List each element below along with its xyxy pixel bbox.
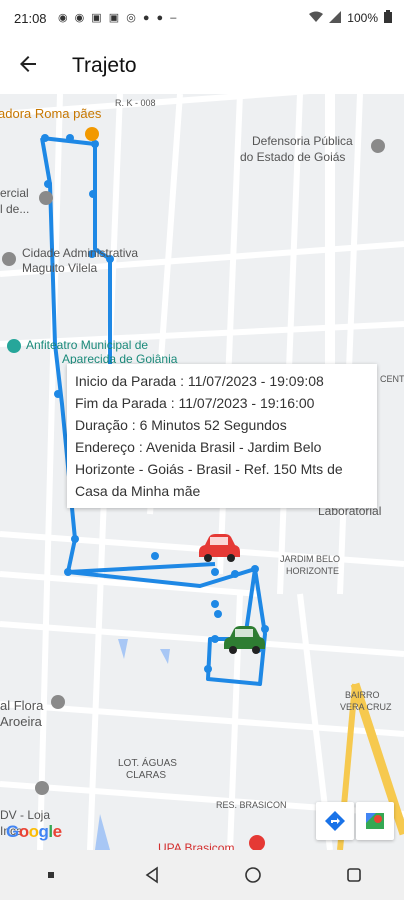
nav-back-button[interactable] (122, 855, 182, 895)
back-triangle-icon (145, 866, 158, 884)
nav-menu-button[interactable] (21, 855, 81, 895)
map-label: adora Roma pães (0, 106, 102, 121)
page-title: Trajeto (72, 54, 137, 77)
map-label: do Estado de Goiás (240, 150, 346, 164)
map-toolbar (316, 802, 394, 840)
home-circle-icon (244, 867, 261, 883)
notification-icons: ◉ ◉ ▣ ▣ ◎ ● ● – (58, 12, 179, 24)
stop-start: Inicio da Parada : 11/07/2023 - 19:09:08 (75, 373, 324, 389)
map-label: ercial (0, 186, 29, 200)
app-bar: Trajeto (0, 36, 404, 94)
battery-percent: 100% (347, 11, 378, 25)
stop-address-1: Endereço : Avenida Brasil - Jardim Belo (75, 439, 322, 455)
google-logo: Google (6, 822, 62, 841)
stop-info-window[interactable]: Inicio da Parada : 11/07/2023 - 19:09:08… (67, 364, 377, 508)
map-label: VERA CRUZ (340, 702, 392, 712)
signal-icon (329, 10, 342, 26)
map-label: R. K - 008 (115, 98, 156, 108)
map-label: JARDIM BELO (280, 554, 341, 564)
map-label: Cidade Administrativa (22, 246, 139, 260)
open-in-maps-button[interactable] (356, 802, 394, 840)
map-label: Defensoria Pública (252, 134, 353, 148)
map-label: CLARAS (126, 770, 167, 781)
directions-icon (325, 811, 345, 831)
map-label: RES. BRASICON (216, 800, 287, 810)
status-bar: 21:08 ◉ ◉ ▣ ▣ ◎ ● ● – 100% (0, 0, 404, 36)
car-marker-green[interactable] (220, 626, 266, 656)
map-label: UPA Brasicom (158, 841, 235, 850)
wifi-icon (309, 11, 324, 26)
map-label: Aroeira (0, 714, 42, 729)
map-label: Anfiteatro Municipal de (26, 338, 149, 352)
map-label: LOT. ÁGUAS (118, 758, 177, 769)
system-nav-bar (0, 850, 404, 900)
nav-home-button[interactable] (223, 855, 283, 895)
directions-button[interactable] (316, 802, 354, 840)
stop-address-2: Horizonte - Goiás - Brasil - Ref. 150 Mt… (75, 461, 343, 477)
car-marker-red[interactable] (195, 534, 241, 564)
status-right: 100% (309, 10, 392, 26)
google-maps-icon (366, 813, 384, 829)
dot-icon (47, 872, 54, 878)
stop-address-3: Casa da Minha mãe (75, 483, 201, 499)
recents-square-icon (346, 868, 361, 882)
status-time: 21:08 (14, 11, 47, 26)
map-label: l de... (0, 202, 30, 216)
map-label: BAIRRO (345, 690, 380, 700)
stop-duration: Duração : 6 Minutos 52 Segundos (75, 417, 287, 433)
battery-icon (384, 10, 392, 26)
map-label: al Flora (0, 698, 44, 713)
map-label: CENTR (380, 374, 404, 384)
map-label: Maguito Vilela (22, 261, 98, 275)
map-label: HORIZONTE (286, 566, 339, 576)
back-arrow-icon[interactable] (16, 52, 40, 76)
map-label: DV - Loja (0, 808, 51, 822)
map-view[interactable]: adora Roma pães R. K - 008 Defensoria Pú… (0, 94, 404, 850)
stop-end: Fim da Parada : 11/07/2023 - 19:16:00 (75, 395, 315, 411)
nav-recents-button[interactable] (324, 855, 384, 895)
